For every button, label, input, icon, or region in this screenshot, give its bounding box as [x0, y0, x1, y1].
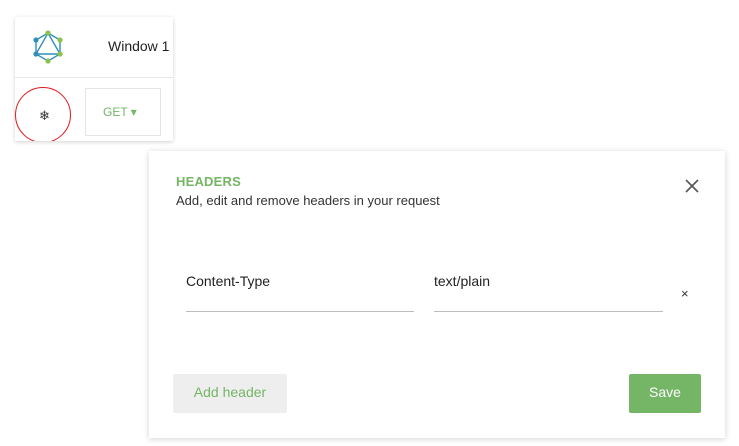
remove-header-button[interactable]: × — [681, 286, 689, 301]
headers-dialog: HEADERS Add, edit and remove headers in … — [149, 151, 725, 438]
graphql-logo-icon — [33, 30, 63, 64]
gear-icon[interactable]: ❄ — [39, 109, 50, 123]
method-label: GET ▾ — [103, 105, 137, 119]
close-icon[interactable] — [683, 177, 701, 195]
dialog-subtitle: Add, edit and remove headers in your req… — [176, 193, 440, 208]
method-select[interactable]: GET ▾ — [85, 88, 161, 136]
save-button[interactable]: Save — [629, 374, 701, 413]
window-tab[interactable]: Window 1 — [15, 17, 173, 78]
header-key-field[interactable] — [186, 269, 414, 312]
dialog-title: HEADERS — [176, 174, 241, 189]
header-value-field[interactable] — [434, 269, 663, 312]
add-header-button[interactable]: Add header — [173, 374, 287, 413]
header-value-input[interactable] — [434, 269, 663, 289]
url-input-edge[interactable] — [160, 88, 173, 136]
window-title: Window 1 — [108, 38, 170, 54]
window-card: Window 1 ❄ GET ▾ — [15, 17, 173, 141]
header-key-input[interactable] — [186, 269, 414, 289]
